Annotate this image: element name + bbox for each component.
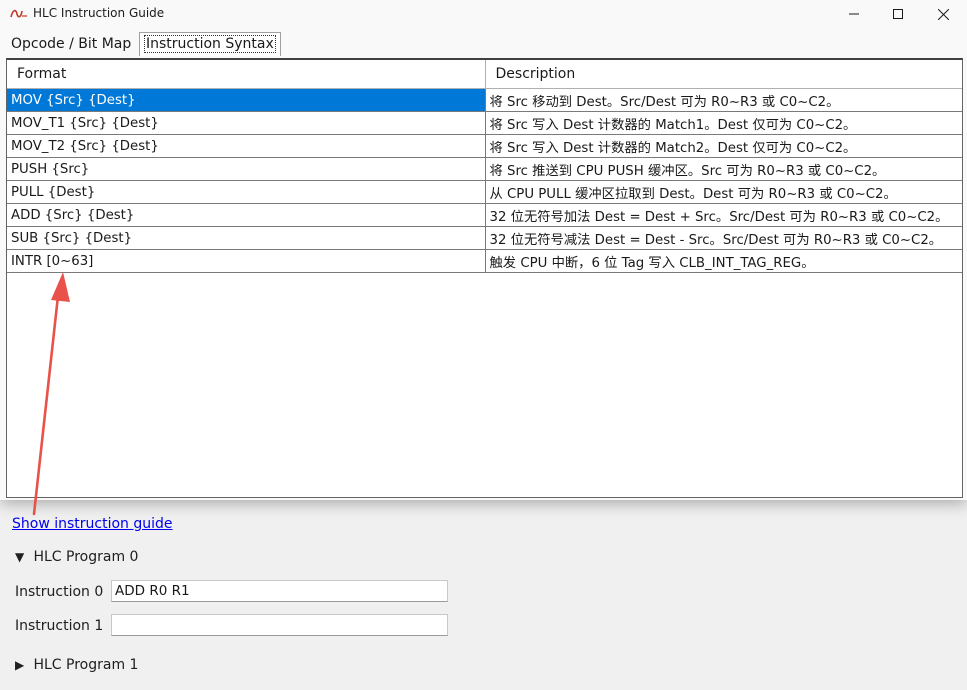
minimize-button[interactable] [831,0,877,28]
instruction-guide-window: HLC Instruction Guide Opcode / Bit Map I… [0,0,967,500]
table-row[interactable]: SUB {Src} {Dest} 32 位无符号减法 Dest = Dest -… [7,226,962,250]
tab-opcode-bitmap[interactable]: Opcode / Bit Map [7,34,135,56]
format-cell[interactable]: ADD {Src} {Dest} [7,203,486,227]
window-title: HLC Instruction Guide [33,6,165,20]
screen: Show instruction guide ▼ HLC Program 0 I… [0,0,967,690]
description-cell[interactable]: 从 CPU PULL 缓冲区拉取到 Dest。Dest 可为 R0~R3 或 C… [485,180,962,204]
program-0-title: HLC Program 0 [33,549,139,565]
table-row[interactable]: PUSH {Src} 将 Src 推送到 CPU PUSH 缓冲区。Src 可为… [7,157,962,181]
instruction-row-0: Instruction 0 [15,580,455,604]
format-cell[interactable]: PUSH {Src} [7,157,486,181]
table-row[interactable]: MOV_T1 {Src} {Dest} 将 Src 写入 Dest 计数器的 M… [7,111,962,135]
instruction-input-1[interactable] [111,614,448,636]
instruction-row-1: Instruction 1 [15,614,455,638]
description-cell[interactable]: 将 Src 移动到 Dest。Src/Dest 可为 R0~R3 或 C0~C2… [485,88,962,112]
tab-instruction-syntax[interactable]: Instruction Syntax [139,32,281,56]
hlc-app-icon [10,9,27,18]
format-cell[interactable]: PULL {Dest} [7,180,486,204]
program-1-title: HLC Program 1 [33,657,139,673]
expand-triangle-icon: ▼ [15,550,25,564]
tab-bar: Opcode / Bit Map Instruction Syntax [5,32,960,56]
maximize-icon [893,9,903,19]
table-row[interactable]: MOV_T2 {Src} {Dest} 将 Src 写入 Dest 计数器的 M… [7,134,962,158]
description-cell[interactable]: 将 Src 写入 Dest 计数器的 Match1。Dest 仅可为 C0~C2… [485,111,962,135]
column-header-format[interactable]: Format [7,60,486,89]
table-row[interactable]: INTR [0~63] 触发 CPU 中断，6 位 Tag 写入 CLB_INT… [7,249,962,273]
format-cell[interactable]: MOV_T1 {Src} {Dest} [7,111,486,135]
format-cell[interactable]: SUB {Src} {Dest} [7,226,486,250]
instruction-label-0: Instruction 0 [15,584,104,600]
title-bar[interactable]: HLC Instruction Guide [0,0,967,28]
format-cell[interactable]: MOV_T2 {Src} {Dest} [7,134,486,158]
format-cell[interactable]: INTR [0~63] [7,249,486,273]
syntax-table-frame: Format Description MOV {Src} {Dest} 将 Sr… [6,58,963,498]
description-cell[interactable]: 32 位无符号减法 Dest = Dest - Src。Src/Dest 可为 … [485,226,962,250]
program-1-header[interactable]: ▶ HLC Program 1 [15,657,138,673]
tab-instruction-syntax-label: Instruction Syntax [144,35,276,53]
description-cell[interactable]: 触发 CPU 中断，6 位 Tag 写入 CLB_INT_TAG_REG。 [485,249,962,273]
show-guide-link[interactable]: Show instruction guide [12,516,173,532]
minimize-icon [849,13,859,15]
format-cell[interactable]: MOV {Src} {Dest} [7,88,486,112]
close-icon [937,8,949,20]
column-header-description[interactable]: Description [485,60,962,89]
description-cell[interactable]: 32 位无符号加法 Dest = Dest + Src。Src/Dest 可为 … [485,203,962,227]
description-cell[interactable]: 将 Src 写入 Dest 计数器的 Match2。Dest 仅可为 C0~C2… [485,134,962,158]
table-header-row: Format Description [7,60,962,89]
table-row[interactable]: ADD {Src} {Dest} 32 位无符号加法 Dest = Dest +… [7,203,962,227]
instruction-label-1: Instruction 1 [15,618,104,634]
description-cell[interactable]: 将 Src 推送到 CPU PUSH 缓冲区。Src 可为 R0~R3 或 C0… [485,157,962,181]
table-row[interactable]: MOV {Src} {Dest} 将 Src 移动到 Dest。Src/Dest… [7,88,962,112]
collapse-triangle-icon: ▶ [15,658,25,672]
instruction-input-0[interactable] [111,580,448,602]
maximize-button[interactable] [875,0,921,28]
program-0-header[interactable]: ▼ HLC Program 0 [15,549,138,565]
syntax-table: Format Description MOV {Src} {Dest} 将 Sr… [7,60,962,273]
table-row[interactable]: PULL {Dest} 从 CPU PULL 缓冲区拉取到 Dest。Dest … [7,180,962,204]
close-button[interactable] [920,0,966,28]
